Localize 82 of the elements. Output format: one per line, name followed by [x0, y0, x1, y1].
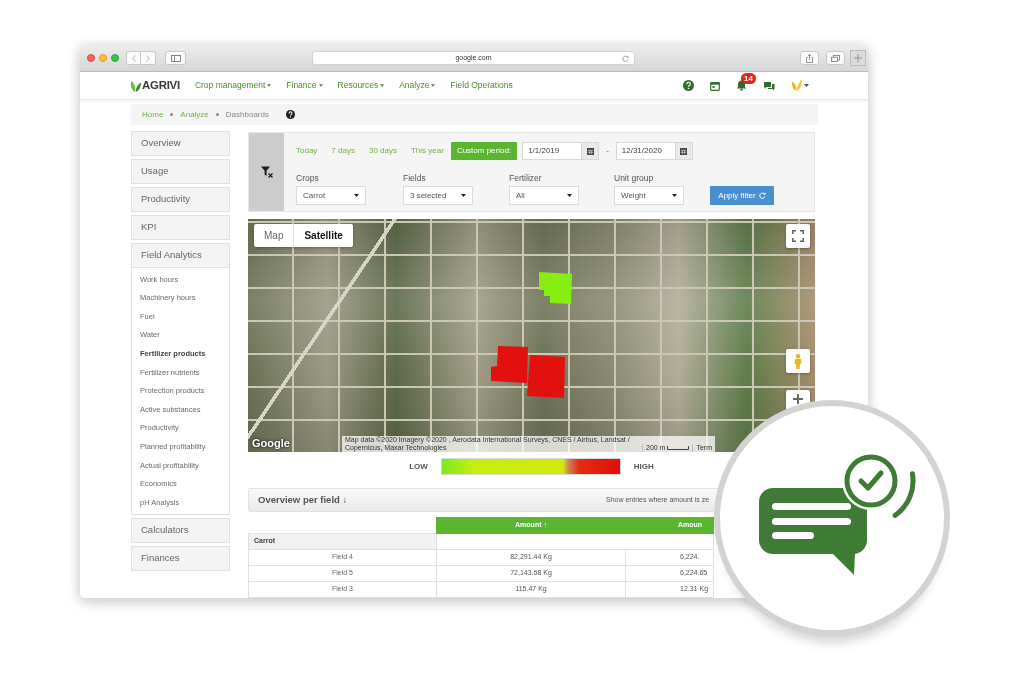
menu-item[interactable]: Resources [337, 79, 385, 92]
select-dropdown[interactable]: 3 selected [403, 186, 473, 205]
sidebar-item[interactable]: Field Analytics [131, 243, 230, 268]
minimize-button[interactable] [99, 54, 107, 62]
filter-label: Crops [296, 172, 320, 184]
help-icon[interactable] [285, 110, 295, 119]
menu-item[interactable]: Finance [286, 79, 323, 92]
calendar-icon [586, 147, 594, 155]
menu-item[interactable]: Analyze [399, 79, 436, 92]
person-icon [794, 353, 802, 369]
sidebar-toggle-button[interactable] [165, 51, 186, 65]
calendar-button[interactable] [582, 142, 600, 160]
brand-name[interactable]: AGRIVI [142, 76, 180, 95]
filter-clear-icon [260, 166, 273, 178]
caret-icon [318, 84, 323, 87]
date-separator: - [606, 145, 609, 157]
chat-icon[interactable] [763, 80, 775, 91]
zoom-button[interactable] [111, 54, 119, 62]
back-button[interactable] [126, 51, 141, 65]
caret-icon [431, 84, 436, 87]
help-icon[interactable] [683, 80, 694, 91]
apply-filter-button[interactable]: Apply filter [710, 186, 774, 205]
legend-low-label: LOW [409, 460, 428, 473]
sidebar-item[interactable]: Usage [131, 159, 230, 184]
section-title: Overview per field ↓ [258, 492, 349, 507]
caret-icon [380, 84, 385, 87]
leaf-logo-icon[interactable] [791, 80, 802, 91]
bell-icon[interactable] [736, 80, 747, 91]
fullscreen-button[interactable] [786, 224, 810, 248]
calendar-icon [680, 147, 688, 155]
menu-item[interactable]: Crop management [194, 79, 272, 92]
sidebar-item[interactable]: Productivity [131, 187, 230, 212]
caret-icon [461, 194, 466, 197]
caret-icon [567, 194, 572, 197]
refresh-icon [758, 192, 766, 199]
scale-bar-icon [667, 446, 690, 450]
chevron-left-icon [131, 54, 136, 62]
breadcrumb-item: Dashboards [225, 108, 269, 121]
plus-icon [854, 54, 862, 62]
tabs-icon [831, 54, 840, 62]
share-button[interactable] [800, 51, 819, 65]
forward-button[interactable] [141, 51, 156, 65]
caret-icon [672, 194, 677, 197]
field-polygon[interactable] [539, 272, 572, 304]
sidebar-item[interactable]: Calculators [131, 517, 230, 543]
menu-item[interactable]: Field Operations [450, 79, 513, 92]
separator-dot-icon [215, 113, 219, 116]
close-button[interactable] [87, 54, 95, 62]
share-icon [806, 53, 813, 63]
sidebar-item[interactable]: KPI [131, 215, 230, 240]
plus-icon [793, 394, 803, 404]
sidebar-item[interactable]: Finances [131, 545, 230, 571]
field-polygon[interactable] [491, 346, 528, 383]
notification-badge: 14 [741, 73, 756, 84]
street-view-button[interactable] [786, 349, 810, 373]
reload-icon[interactable] [622, 55, 629, 62]
map-type-tab[interactable]: Satellite [294, 224, 353, 247]
legend-high-label: HIGH [633, 460, 654, 473]
clear-filter-button[interactable] [249, 133, 284, 211]
filter-label: Unit group [614, 172, 655, 184]
caret-icon [804, 84, 809, 87]
select-dropdown[interactable]: Carrot [296, 186, 366, 205]
filter-label: Fields [403, 172, 427, 184]
new-tab-button[interactable] [850, 50, 866, 66]
caret-icon [354, 194, 359, 197]
field-polygon[interactable] [527, 355, 565, 398]
filter-label: Fertilizer [509, 172, 543, 184]
tabs-overview-button[interactable] [826, 51, 845, 65]
caret-icon [267, 84, 272, 87]
map-type-tab[interactable]: Map [254, 224, 295, 247]
select-dropdown[interactable]: Weight [614, 186, 684, 205]
calendar-icon[interactable] [710, 80, 720, 91]
date-input[interactable]: 1/1/2019 [522, 142, 583, 160]
select-dropdown[interactable]: All [509, 186, 579, 205]
fullscreen-icon [792, 230, 804, 242]
map-logo-text[interactable]: Google [252, 434, 290, 451]
date-input[interactable]: 12/31/2020 [615, 142, 676, 160]
separator-dot-icon [170, 113, 174, 116]
sidebar-icon [170, 54, 181, 62]
chevron-right-icon [146, 54, 150, 62]
sidebar-item[interactable]: Overview [131, 131, 230, 156]
leaf-icon [130, 79, 141, 92]
